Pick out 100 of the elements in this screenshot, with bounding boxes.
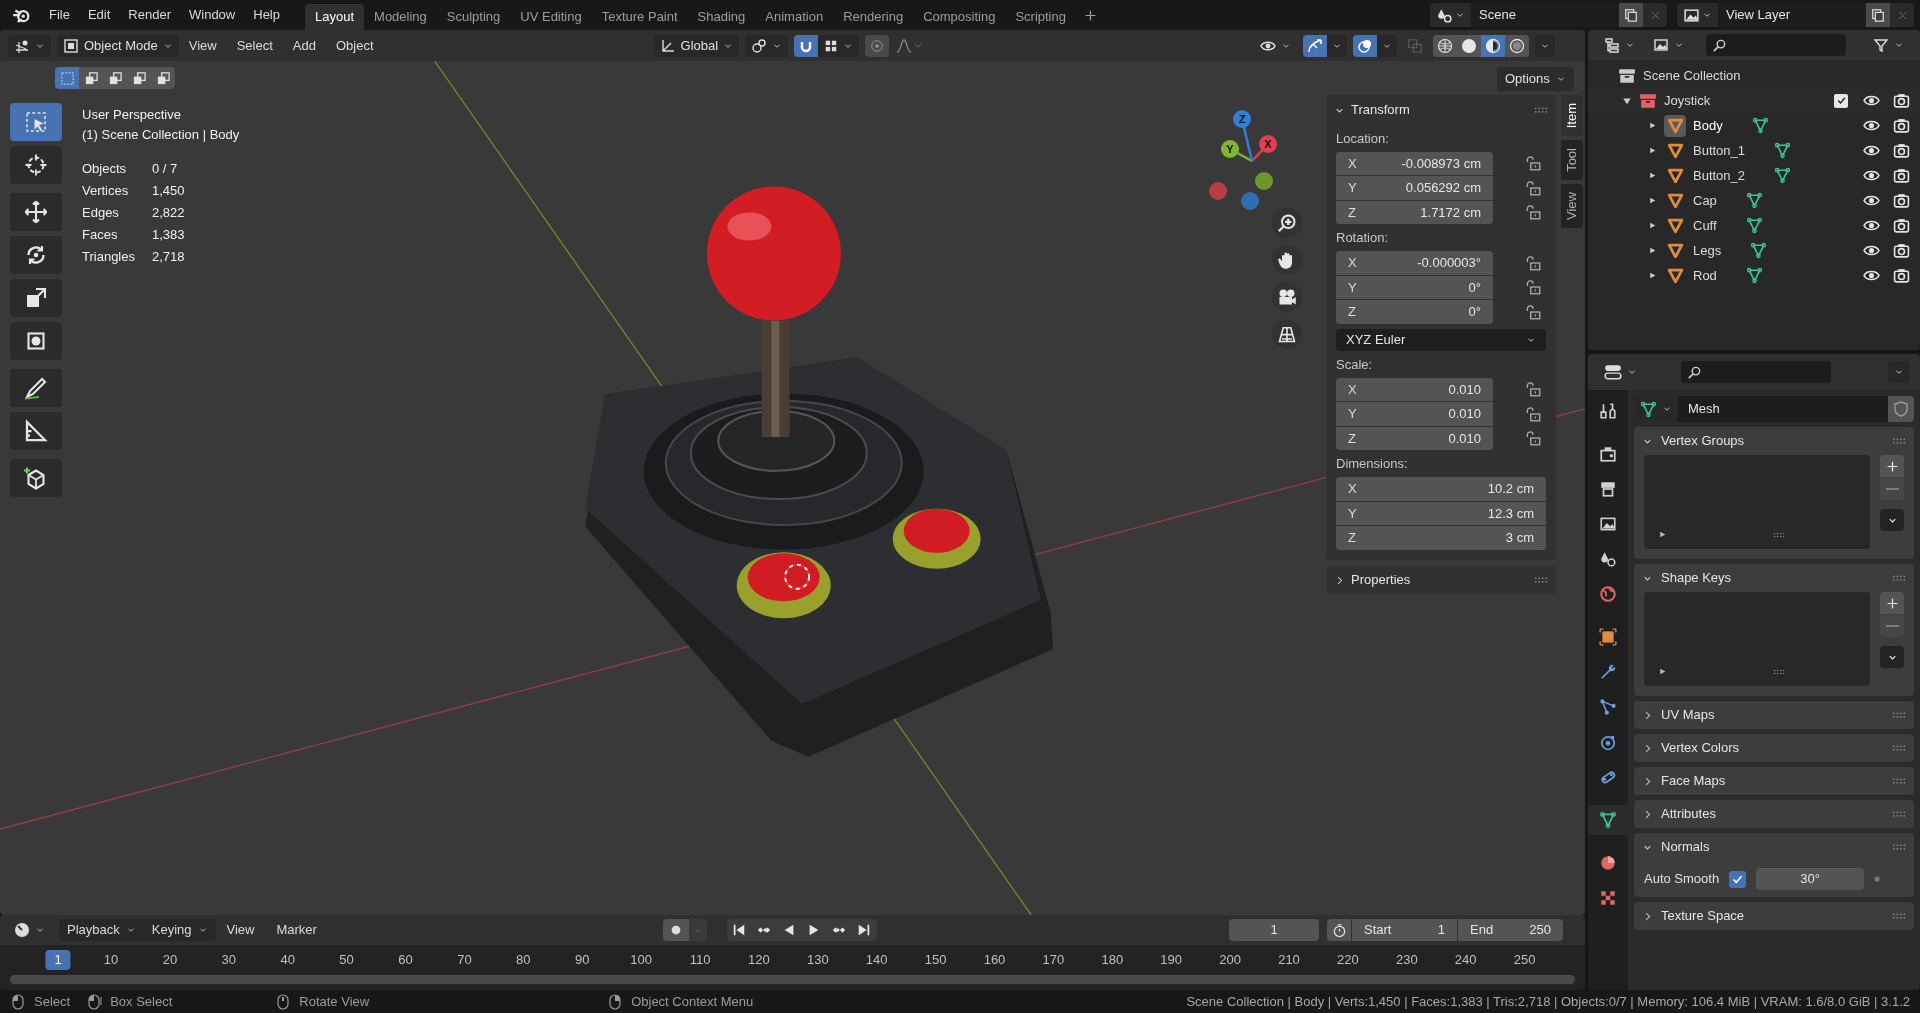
panel-title[interactable]: Transform <box>1351 100 1410 120</box>
axis-label: X <box>1348 154 1358 173</box>
scene-name-field[interactable]: Scene <box>1471 3 1619 27</box>
mode-dropdown[interactable]: Object Mode <box>57 34 179 57</box>
number-field[interactable]: Y 0.010 <box>1336 402 1493 426</box>
number-field[interactable]: Z 3 cm <box>1336 526 1546 550</box>
frame-number[interactable]: 1 <box>45 950 71 970</box>
number-field[interactable]: Y 0° <box>1336 275 1493 299</box>
options-dropdown[interactable]: Options <box>1497 67 1574 91</box>
number-field[interactable]: X -0.000003° <box>1336 251 1493 275</box>
outliner-item[interactable]: Cap <box>1693 190 1717 211</box>
axis-handle[interactable]: Z <box>1233 110 1251 128</box>
number-field[interactable]: X -0.008973 cm <box>1336 151 1493 175</box>
outliner-item[interactable]: Joystick <box>1664 90 1711 111</box>
menu-item[interactable]: View <box>178 34 227 57</box>
number-field[interactable]: X 10.2 cm <box>1336 477 1546 501</box>
panel-title[interactable]: Normals <box>1661 837 1710 857</box>
field-group-label: Dimensions: <box>1336 455 1409 473</box>
field-group-label: Rotation: <box>1336 229 1390 247</box>
sidebar-tab[interactable]: Tool <box>1561 140 1583 181</box>
frame-number: 80 <box>515 951 532 970</box>
outliner-item[interactable]: Scene Collection <box>1643 65 1741 86</box>
panel-title[interactable]: Vertex Groups <box>1661 431 1745 451</box>
stat-value: 1,383 <box>152 226 185 244</box>
workspace-tab[interactable]: Sculpting <box>436 4 511 30</box>
end-frame-field[interactable]: End 250 <box>1458 919 1563 941</box>
menu-item[interactable]: Marker <box>265 919 328 941</box>
menu-item[interactable]: Object <box>325 34 384 57</box>
menu-dropdown[interactable]: Playback <box>59 919 144 941</box>
panel-title[interactable]: Vertex Colors <box>1661 738 1740 758</box>
view-layer-name-field[interactable]: View Layer <box>1718 3 1866 27</box>
workspace-tab[interactable]: Rendering <box>833 4 914 30</box>
number-field[interactable]: X 0.010 <box>1336 377 1493 401</box>
frame-number: 120 <box>747 951 771 970</box>
sidebar-tab[interactable]: Item <box>1561 95 1583 137</box>
workspace-tab[interactable]: Animation <box>755 4 834 30</box>
number-field[interactable]: Z 1.7172 cm <box>1336 200 1493 224</box>
field-value: 12.3 cm <box>1487 504 1534 523</box>
panel-title[interactable]: Attributes <box>1661 804 1716 824</box>
frame-number: 200 <box>1218 951 1242 970</box>
angle-field[interactable]: 30° <box>1756 868 1865 890</box>
frame-number: 160 <box>982 951 1007 970</box>
frame-number: 210 <box>1277 951 1301 970</box>
workspace-tab[interactable]: Scripting <box>1005 4 1076 30</box>
frame-number: 250 <box>1512 951 1537 970</box>
workspace-tab[interactable]: Shading <box>687 4 756 30</box>
workspace-tab[interactable]: Texture Paint <box>591 4 688 30</box>
axis-handle[interactable]: Y <box>1221 140 1239 158</box>
menu-item[interactable]: Help <box>244 3 289 27</box>
workspace-tab[interactable]: Compositing <box>913 4 1006 30</box>
axis-label: X <box>1348 254 1358 272</box>
menu-item[interactable]: Edit <box>78 3 120 27</box>
frame-number: 100 <box>629 951 653 970</box>
sidebar-tab[interactable]: View <box>1561 184 1583 229</box>
frame-number: 110 <box>688 951 712 970</box>
number-field[interactable]: Y 0.056292 cm <box>1336 176 1493 200</box>
outliner-item[interactable]: Cuff <box>1693 215 1717 236</box>
status-info: Scene Collection | Body | Verts:1,450 | Faces:1,383 | Tris:2,718 | Objects:0/7 | Memory: 106.4 MiB | VRAM: 1.6/8.0 GiB | 3.1.2 <box>1186 992 1910 1011</box>
panel-title[interactable]: Shape Keys <box>1661 568 1732 588</box>
stat-value: 1,450 <box>152 182 185 200</box>
number-field[interactable]: Y 12.3 cm <box>1336 501 1546 525</box>
outliner-item[interactable]: Button_1 <box>1693 140 1746 161</box>
field-label: Start <box>1364 921 1392 940</box>
panel-title[interactable]: Properties <box>1351 570 1411 590</box>
menu-item[interactable]: Select <box>226 34 283 57</box>
workspace-tab[interactable]: Layout <box>305 4 365 30</box>
panel-title[interactable]: Texture Space <box>1661 906 1745 926</box>
frame-number: 150 <box>923 951 948 970</box>
menu-item[interactable]: Window <box>180 3 245 27</box>
menu-item[interactable]: Add <box>282 34 326 57</box>
menu-item[interactable]: Render <box>119 3 180 27</box>
start-frame-field[interactable]: Start 1 <box>1352 919 1457 941</box>
current-frame-field[interactable]: 1 <box>1229 919 1319 941</box>
menu-dropdown[interactable]: Keying <box>143 919 216 941</box>
axis-handle[interactable]: X <box>1259 135 1277 153</box>
axis-label: X <box>1348 480 1358 498</box>
outliner-item[interactable]: Legs <box>1693 240 1722 261</box>
number-field[interactable]: Z 0° <box>1336 300 1493 324</box>
panel-title[interactable]: UV Maps <box>1661 705 1715 725</box>
outliner-item[interactable]: Rod <box>1693 265 1717 286</box>
workspace-tab[interactable]: Modeling <box>364 4 437 30</box>
field-group-label: Scale: <box>1336 355 1374 374</box>
orientation-dropdown[interactable]: Global <box>653 34 740 57</box>
stat-label: Objects <box>82 160 128 178</box>
workspace-tab[interactable]: UV Editing <box>510 4 592 30</box>
shortcut-hint: Rotate View <box>299 992 370 1011</box>
panel-title[interactable]: Face Maps <box>1661 771 1726 791</box>
frame-number: 50 <box>338 951 355 970</box>
number-field[interactable]: Z 0.010 <box>1336 426 1493 450</box>
menu-item[interactable]: File <box>40 3 79 27</box>
axis-label: Z <box>1348 203 1357 222</box>
view-name-label: User Perspective <box>82 106 182 124</box>
frame-number: 170 <box>1041 951 1066 970</box>
field-value: 10.2 cm <box>1487 480 1534 498</box>
menu-item[interactable]: View <box>215 919 266 941</box>
outliner-item[interactable]: Button_2 <box>1693 165 1746 186</box>
rotation-mode-dropdown[interactable]: XYZ Euler <box>1336 329 1546 351</box>
outliner-item[interactable]: Body <box>1693 115 1723 136</box>
frame-number: 190 <box>1159 951 1184 970</box>
shortcut-hint: Select <box>34 992 71 1011</box>
